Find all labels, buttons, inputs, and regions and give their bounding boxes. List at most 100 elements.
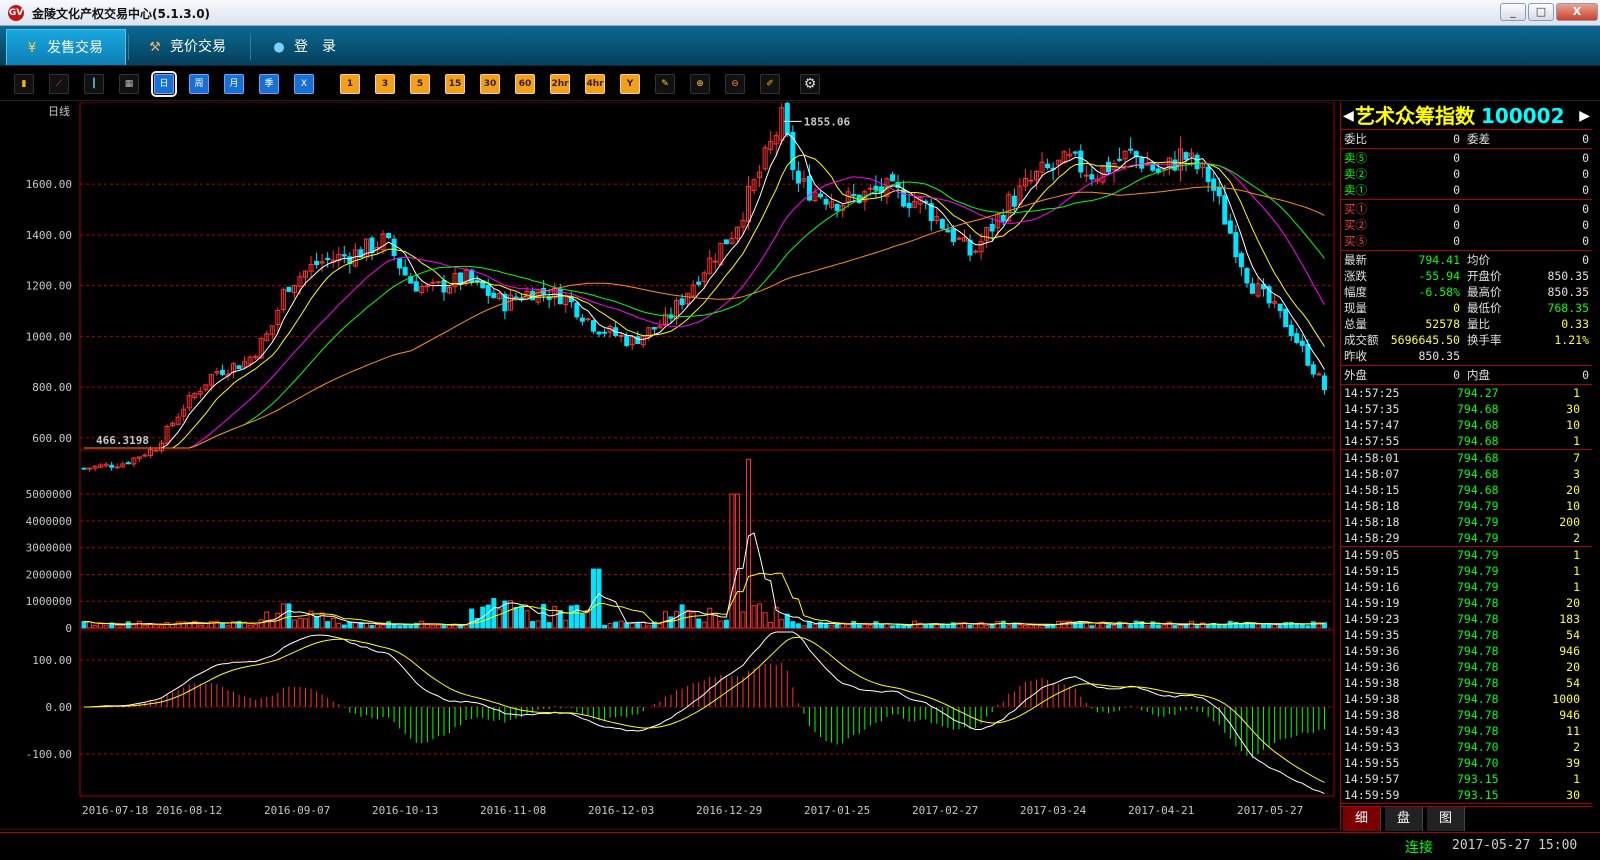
tick-volume: 20 [1566, 483, 1580, 497]
candle-body [1288, 324, 1294, 337]
volume-bar [435, 624, 441, 629]
volume-bar [247, 624, 253, 629]
ask-row[interactable]: 卖① 0 0 [1341, 182, 1592, 198]
minute-15-button[interactable]: 15 [445, 74, 465, 94]
prev-arrow-icon[interactable]: ◀ [1343, 102, 1354, 130]
volume-bar [818, 621, 824, 629]
x-date-label: 2016-10-13 [372, 804, 438, 817]
quote-label: 外盘 [1344, 368, 1367, 382]
volume-tick-label: 5000000 [26, 488, 72, 501]
volume-bar [397, 625, 403, 629]
volume-bar [513, 606, 519, 629]
tick-row: 14:59:55 794.70 39 [1341, 755, 1592, 771]
volume-bar [1299, 624, 1305, 629]
quote-value: 850.35 [1547, 285, 1589, 299]
tick-volume: 2 [1573, 740, 1580, 754]
candle-body [458, 272, 464, 285]
bid-label: 买② [1344, 218, 1367, 232]
calendar-icon[interactable]: ▦ [119, 74, 139, 94]
tick-price: 793.15 [1457, 788, 1499, 802]
panel-tab-2[interactable]: 图 [1427, 807, 1465, 831]
candlestick-icon[interactable]: ┃ [84, 74, 104, 94]
volume-bar [325, 621, 331, 629]
period-quarter-button[interactable]: 季 [259, 74, 279, 94]
quote-label: 成交额 [1344, 333, 1379, 347]
tick-time: 14:59:38 [1344, 692, 1400, 706]
tick-price: 793.15 [1457, 772, 1499, 786]
volume-bar [923, 623, 929, 629]
quote-value: -55.94 [1418, 269, 1460, 283]
quote-value: 5696645.50 [1390, 333, 1460, 347]
volume-bar [1238, 623, 1244, 629]
line-chart-icon[interactable]: ⟋ [49, 74, 69, 94]
maximize-button[interactable]: □ [1528, 3, 1554, 21]
period-week-button[interactable]: 周 [189, 74, 209, 94]
bid-row[interactable]: 买⑤ 0 0 [1341, 233, 1592, 249]
bar-chart-icon[interactable]: ▮ [14, 74, 34, 94]
minimize-button[interactable]: _ [1500, 3, 1526, 21]
bid-row[interactable]: 买① 0 0 [1341, 201, 1592, 217]
volume-bar [164, 622, 170, 629]
volume-bar [1255, 623, 1261, 629]
zoom-in-icon[interactable]: ⊕ [690, 74, 710, 94]
ask-row[interactable]: 卖② 0 0 [1341, 166, 1592, 182]
candle-body [109, 464, 115, 468]
user-icon: ● [273, 40, 285, 55]
tick-price: 794.70 [1457, 740, 1499, 754]
candle-body [1117, 158, 1123, 161]
volume-bar [624, 622, 630, 629]
volume-bar [890, 625, 896, 629]
volume-bar [330, 617, 336, 629]
tab-login[interactable]: ● 登 录 [254, 29, 364, 65]
candle-body [1305, 343, 1311, 366]
tick-time: 14:58:01 [1344, 451, 1400, 465]
tick-row: 14:59:19 794.78 20 [1341, 595, 1592, 611]
period-day-button[interactable]: 日 [151, 71, 177, 97]
volume-bar [1189, 620, 1195, 629]
pencil-icon[interactable]: ✐ [760, 74, 780, 94]
candle-body [950, 228, 956, 242]
ma-line-60 [84, 186, 1325, 449]
hour-2-button[interactable]: 2hr [550, 74, 570, 94]
bid-row[interactable]: 买② 0 0 [1341, 217, 1592, 233]
candle-body [602, 331, 608, 334]
minute-3-button[interactable]: 3 [375, 74, 395, 94]
zoom-out-icon[interactable]: ⊖ [725, 74, 745, 94]
ask-row[interactable]: 卖⑤ 0 0 [1341, 150, 1592, 166]
tick-time: 14:59:38 [1344, 676, 1400, 690]
minute-5-button[interactable]: 5 [410, 74, 430, 94]
ma-line-10 [84, 154, 1325, 449]
tab-issue-trade[interactable]: ¥ 发售交易 [6, 29, 126, 65]
candle-body [696, 281, 702, 285]
tab-label: 登 录 [294, 39, 336, 55]
tab-label: 竞价交易 [170, 39, 226, 55]
tab-auction-trade[interactable]: ⚒ 竞价交易 [130, 29, 250, 65]
year-button[interactable]: Y [620, 74, 640, 94]
quote-label: 量比 [1467, 317, 1490, 331]
panel-tab-0[interactable]: 细 [1343, 807, 1381, 831]
macd-tick-label: -100.00 [26, 748, 72, 761]
candle-body [1194, 154, 1200, 170]
tick-volume: 1 [1573, 564, 1580, 578]
kline-chart[interactable]: 日线 600.00 800.00 1000.00 1200.00 1400.00 1600.… [0, 102, 1338, 830]
settings-icon[interactable]: ⚙ [800, 74, 820, 94]
candle-body [1078, 150, 1084, 173]
tick-row: 14:59:43 794.78 11 [1341, 723, 1592, 739]
close-button[interactable]: X [1556, 3, 1598, 21]
hour-4-button[interactable]: 4hr [585, 74, 605, 94]
volume-bar [142, 624, 148, 629]
panel-tabs: 细盘图 [1341, 806, 1593, 831]
quote-row: 外盘 0 内盘 0 [1341, 367, 1592, 383]
minute-30-button[interactable]: 30 [480, 74, 500, 94]
period-month-button[interactable]: 月 [224, 74, 244, 94]
period-x-button[interactable]: X [294, 74, 314, 94]
tick-volume: 1 [1573, 772, 1580, 786]
next-arrow-icon[interactable]: ▶ [1579, 102, 1590, 130]
candle-body [956, 237, 962, 240]
minute-60-button[interactable]: 60 [515, 74, 535, 94]
quote-row: 幅度 -6.58% 最高价 850.35 [1341, 284, 1592, 300]
panel-tab-1[interactable]: 盘 [1385, 807, 1423, 831]
volume-bar [873, 621, 879, 629]
draw-icon[interactable]: ✎ [655, 74, 675, 94]
minute-1-button[interactable]: 1 [340, 74, 360, 94]
